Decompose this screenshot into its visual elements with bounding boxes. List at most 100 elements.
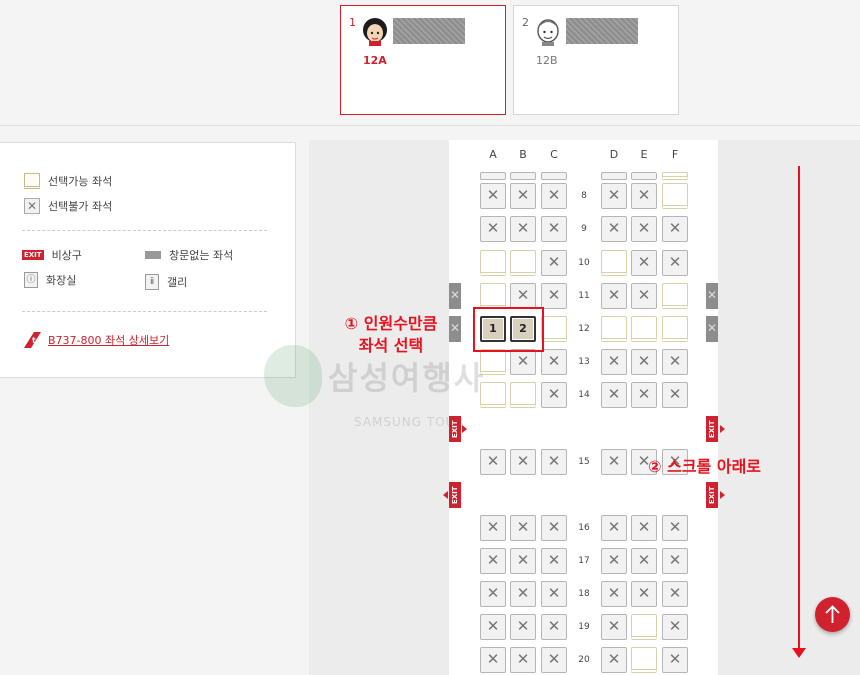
wing-no-window-marker: ✕ <box>706 316 718 342</box>
seat-unavailable-8D: ✕ <box>601 183 627 209</box>
seat-unavailable-topC <box>541 172 567 180</box>
seat-unavailable-15A: ✕ <box>480 449 506 475</box>
seat-unavailable-19D: ✕ <box>601 614 627 640</box>
exit-arrow-icon <box>462 425 467 433</box>
svg-text:t: t <box>32 336 36 345</box>
exit-arrow-icon <box>443 491 448 499</box>
seat-available-11A[interactable] <box>480 283 506 309</box>
seat-available-12F[interactable] <box>662 316 688 342</box>
seat-unavailable-topA <box>480 172 506 180</box>
male-avatar-icon <box>537 19 559 46</box>
seat-unavailable-9D: ✕ <box>601 216 627 242</box>
row-number-15: 15 <box>578 457 590 467</box>
seat-available-8F[interactable] <box>662 183 688 209</box>
passenger-seat: 12B <box>536 54 558 67</box>
seat-unavailable-18F: ✕ <box>662 581 688 607</box>
seat-available-12D[interactable] <box>601 316 627 342</box>
legend-no-window: 창문없는 좌석 <box>145 247 233 263</box>
seat-available-10A[interactable] <box>480 250 506 276</box>
seat-unavailable-16C: ✕ <box>541 515 567 541</box>
seat-unavailable-16D: ✕ <box>601 515 627 541</box>
seat-available-10B[interactable] <box>510 250 536 276</box>
legend-no-window-label: 창문없는 좌석 <box>169 249 234 262</box>
exit-arrow-icon <box>720 491 725 499</box>
row-number-16: 16 <box>578 523 590 533</box>
selected-seats-highlight <box>473 307 544 352</box>
seat-unavailable-15D: ✕ <box>601 449 627 475</box>
female-avatar-icon <box>363 18 387 46</box>
seat-unavailable-17E: ✕ <box>631 548 657 574</box>
row-number-20: 20 <box>578 655 590 665</box>
seat-unavailable-20D: ✕ <box>601 647 627 673</box>
seat-unavailable-17C: ✕ <box>541 548 567 574</box>
legend-galley-label: 갤리 <box>167 276 188 289</box>
seat-unavailable-topE <box>631 172 657 180</box>
legend-unavailable: ✕ 선택불가 좌석 <box>24 198 112 214</box>
seat-unavailable-17B: ✕ <box>510 548 536 574</box>
scroll-to-top-button[interactable] <box>815 597 850 632</box>
scroll-down-arrow <box>798 166 800 650</box>
seat-unavailable-20A: ✕ <box>480 647 506 673</box>
seat-unavailable-9F: ✕ <box>662 216 688 242</box>
passenger-name-redacted <box>393 18 465 44</box>
seat-detail-link-label[interactable]: B737-800 좌석 상세보기 <box>48 332 169 348</box>
airline-logo-icon: t <box>24 332 41 348</box>
seat-unavailable-9C: ✕ <box>541 216 567 242</box>
seat-available-12C[interactable] <box>541 316 567 342</box>
column-header-c: C <box>550 148 558 161</box>
seat-available-13A[interactable] <box>480 349 506 375</box>
exit-marker: EXIT <box>706 416 718 442</box>
seat-available-12E[interactable] <box>631 316 657 342</box>
row-number-10: 10 <box>578 258 590 268</box>
seat-available-11F[interactable] <box>662 283 688 309</box>
legend-exit: EXIT 비상구 <box>22 247 82 263</box>
seat-unavailable-10C: ✕ <box>541 250 567 276</box>
seat-unavailable-14F: ✕ <box>662 382 688 408</box>
arrow-up-icon <box>825 605 840 623</box>
scroll-down-arrow-head <box>792 648 806 658</box>
seat-available-14B[interactable] <box>510 382 536 408</box>
seat-unavailable-10E: ✕ <box>631 250 657 276</box>
seat-unavailable-15C: ✕ <box>541 449 567 475</box>
available-seat-icon <box>24 173 40 189</box>
seat-available-topF[interactable] <box>662 172 688 180</box>
seat-unavailable-13D: ✕ <box>601 349 627 375</box>
legend-restroom: ⓘ 화장실 <box>24 272 76 288</box>
legend-unavailable-label: 선택불가 좌석 <box>48 200 113 213</box>
seat-unavailable-18E: ✕ <box>631 581 657 607</box>
wing-no-window-marker: ✕ <box>449 283 461 309</box>
seat-unavailable-16E: ✕ <box>631 515 657 541</box>
seat-unavailable-11C: ✕ <box>541 283 567 309</box>
seat-available-14A[interactable] <box>480 382 506 408</box>
no-window-icon <box>145 251 161 259</box>
row-number-8: 8 <box>581 191 587 201</box>
column-header-b: B <box>519 148 527 161</box>
passenger-seat: 12A <box>363 54 387 67</box>
seat-unavailable-18D: ✕ <box>601 581 627 607</box>
seat-available-19E[interactable] <box>631 614 657 640</box>
annotation-step2: ② 스크롤 아래로 <box>648 457 762 476</box>
seat-unavailable-13C: ✕ <box>541 349 567 375</box>
seat-unavailable-topD <box>601 172 627 180</box>
legend-exit-label: 비상구 <box>51 249 82 262</box>
seat-unavailable-14E: ✕ <box>631 382 657 408</box>
seat-available-20E[interactable] <box>631 647 657 673</box>
seat-unavailable-16B: ✕ <box>510 515 536 541</box>
passenger-card-2[interactable]: 2 12B <box>513 5 679 115</box>
exit-marker: EXIT <box>706 482 718 508</box>
restroom-icon: ⓘ <box>24 272 38 288</box>
seat-available-10D[interactable] <box>601 250 627 276</box>
row-number-17: 17 <box>578 556 590 566</box>
passenger-name-redacted <box>566 18 638 44</box>
seat-unavailable-10F: ✕ <box>662 250 688 276</box>
seat-unavailable-16F: ✕ <box>662 515 688 541</box>
legend-available-label: 선택가능 좌석 <box>48 175 113 188</box>
passenger-card-1[interactable]: 1 12A <box>340 5 506 115</box>
seat-unavailable-8C: ✕ <box>541 183 567 209</box>
column-header-e: E <box>640 148 648 161</box>
seat-unavailable-17D: ✕ <box>601 548 627 574</box>
seat-detail-link[interactable]: t B737-800 좌석 상세보기 <box>22 331 169 349</box>
seat-unavailable-8B: ✕ <box>510 183 536 209</box>
row-number-9: 9 <box>581 224 587 234</box>
seat-unavailable-14D: ✕ <box>601 382 627 408</box>
